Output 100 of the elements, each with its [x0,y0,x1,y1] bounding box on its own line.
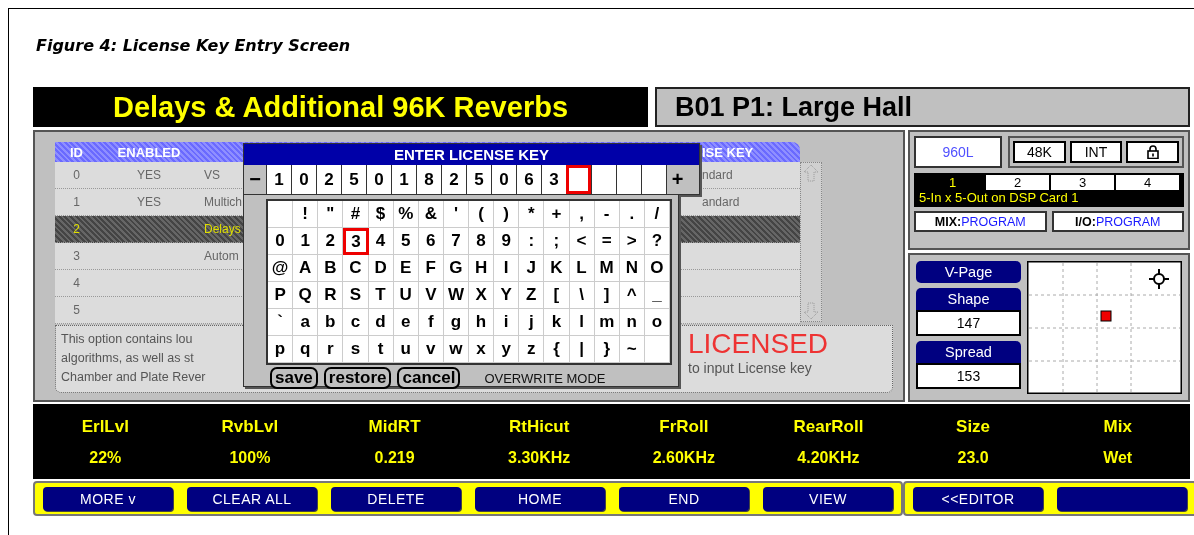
character-key[interactable]: # [343,201,369,228]
character-key[interactable]: C [343,255,369,282]
character-key[interactable]: , [569,201,595,228]
character-key[interactable]: " [318,201,344,228]
softkey-button[interactable]: VIEW [763,486,893,511]
key-slot[interactable] [591,165,616,194]
character-key[interactable]: A [293,255,319,282]
character-key[interactable]: k [544,309,570,336]
character-key[interactable]: 7 [443,228,469,255]
character-key[interactable]: g [443,309,469,336]
character-key[interactable]: h [469,309,495,336]
character-key[interactable]: ! [293,201,319,228]
character-key[interactable]: q [293,336,319,363]
key-slot[interactable] [616,165,641,194]
param-label[interactable]: Spread [916,341,1021,363]
key-slot[interactable]: 0 [291,165,316,194]
crosshair-icon[interactable] [1148,268,1170,290]
character-key[interactable]: R [318,282,344,309]
character-key[interactable]: 9 [494,228,520,255]
character-key[interactable]: $ [368,201,394,228]
character-key[interactable]: U [393,282,419,309]
key-slot[interactable]: 5 [341,165,366,194]
character-key[interactable]: s [343,336,369,363]
character-key[interactable]: ' [443,201,469,228]
character-key[interactable]: I [494,255,520,282]
character-key[interactable]: 6 [418,228,444,255]
character-key[interactable]: J [519,255,545,282]
character-key[interactable]: Z [519,282,545,309]
character-key[interactable]: Y [494,282,520,309]
character-key[interactable]: r [318,336,344,363]
character-key[interactable]: ) [494,201,520,228]
dialog-action-button[interactable]: cancel [397,367,461,389]
card-tab[interactable]: 3 [1051,175,1114,190]
character-key[interactable]: t [368,336,394,363]
character-key[interactable]: / [644,201,670,228]
key-slot[interactable]: 2 [316,165,341,194]
param-label[interactable]: Shape [916,288,1021,310]
character-key[interactable]: [ [544,282,570,309]
key-slot[interactable]: 2 [441,165,466,194]
character-key[interactable]: ] [594,282,620,309]
character-key[interactable]: m [594,309,620,336]
softkey-button[interactable] [1057,486,1187,511]
character-key[interactable]: x [469,336,495,363]
character-key[interactable]: X [469,282,495,309]
character-key[interactable]: z [519,336,545,363]
key-slot[interactable]: 8 [416,165,441,194]
character-key[interactable]: v [418,336,444,363]
character-key[interactable]: 2 [318,228,344,255]
character-key[interactable]: % [393,201,419,228]
character-key[interactable]: H [469,255,495,282]
character-key[interactable]: Q [293,282,319,309]
character-key[interactable]: c [343,309,369,336]
character-key[interactable]: p [268,336,294,363]
character-key[interactable]: B [318,255,344,282]
character-key[interactable]: ; [544,228,570,255]
dialog-action-button[interactable]: save [270,367,318,389]
character-key[interactable]: f [418,309,444,336]
character-key[interactable]: . [619,201,645,228]
character-key[interactable]: _ [644,282,670,309]
character-key[interactable]: * [519,201,545,228]
key-slot[interactable]: 1 [266,165,291,194]
key-slot[interactable] [641,165,666,194]
character-key[interactable]: + [544,201,570,228]
key-slot[interactable]: 5 [466,165,491,194]
character-key[interactable]: l [569,309,595,336]
character-key[interactable]: F [418,255,444,282]
character-key[interactable]: V [418,282,444,309]
character-key[interactable]: d [368,309,394,336]
character-key[interactable]: < [569,228,595,255]
character-key[interactable]: a [293,309,319,336]
character-key[interactable]: \ [569,282,595,309]
softkey-button[interactable]: END [619,486,749,511]
card-tab[interactable]: 2 [986,175,1049,190]
key-slot[interactable]: 6 [516,165,541,194]
character-key[interactable]: 3 [343,228,369,255]
character-key[interactable]: n [619,309,645,336]
character-key[interactable]: b [318,309,344,336]
key-slot[interactable]: 0 [366,165,391,194]
character-key[interactable]: } [594,336,620,363]
character-key[interactable]: S [343,282,369,309]
character-key[interactable]: w [443,336,469,363]
character-key[interactable]: & [418,201,444,228]
character-key[interactable]: o [644,309,670,336]
character-key[interactable]: ? [644,228,670,255]
character-key[interactable]: j [519,309,545,336]
character-key[interactable]: i [494,309,520,336]
character-key[interactable]: y [494,336,520,363]
softkey-button[interactable]: MORE v [43,486,173,511]
softkey-button[interactable]: <<EDITOR [913,486,1043,511]
xy-pad[interactable] [1027,261,1182,394]
character-key[interactable]: 0 [268,228,294,255]
key-slot[interactable]: 1 [391,165,416,194]
character-key[interactable]: @ [268,255,294,282]
character-key[interactable]: | [569,336,595,363]
character-key[interactable]: u [393,336,419,363]
character-key[interactable]: 1 [293,228,319,255]
character-key[interactable]: L [569,255,595,282]
softkey-button[interactable]: DELETE [331,486,461,511]
vpage-button[interactable]: V-Page [916,261,1021,283]
card-tab[interactable]: 4 [1116,175,1179,190]
